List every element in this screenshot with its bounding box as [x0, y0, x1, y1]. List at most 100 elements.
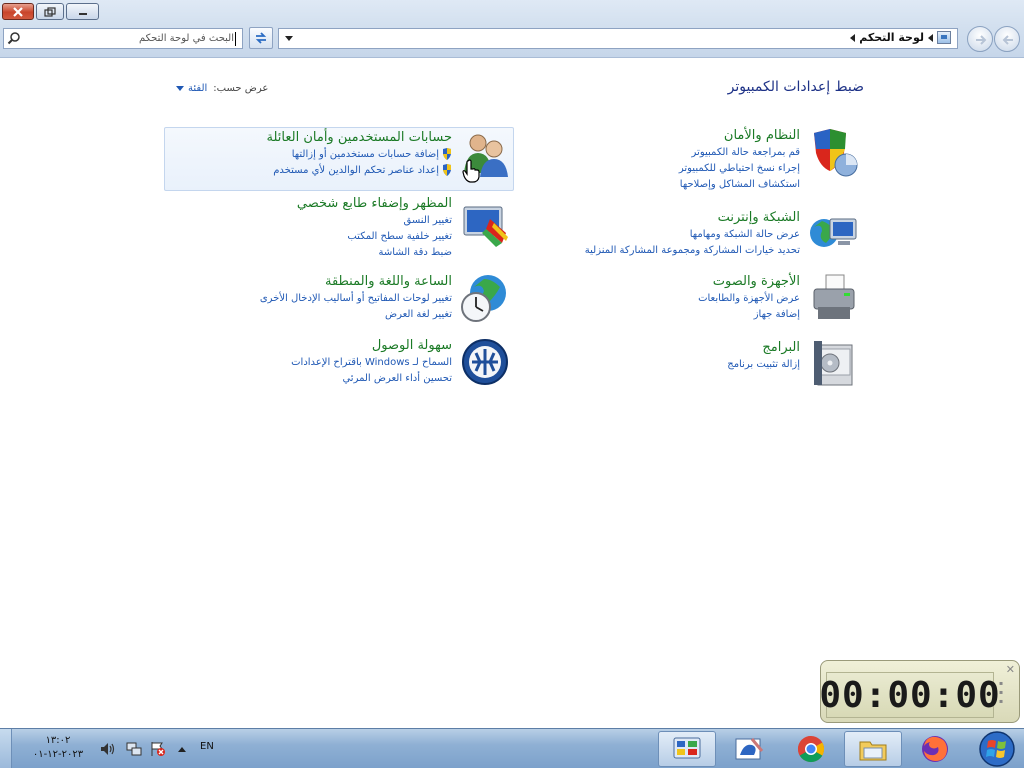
hand-pointer-cursor	[462, 159, 480, 183]
search-input[interactable]	[24, 29, 234, 48]
restore-button[interactable]	[36, 3, 64, 20]
link-review-status[interactable]: قم بمراجعة حالة الكمبيوتر	[460, 145, 800, 161]
taskbar-explorer[interactable]	[844, 731, 902, 767]
shield-pie-icon[interactable]	[808, 127, 858, 177]
tray-date: ٢٠٢٣-١٢-٠١	[32, 749, 84, 760]
close-icon	[13, 6, 23, 17]
control-panel-window: لوحة التحكم ضبط إعدادات الكمبيوتر عرض حس…	[0, 0, 1024, 768]
chevron-left-icon[interactable]	[850, 33, 856, 42]
tray-clock[interactable]: ١٣:٠٢ ٢٠٢٣-١٢-٠١	[28, 734, 88, 762]
folder-icon	[859, 741, 887, 761]
tray-time: ١٣:٠٢	[45, 735, 71, 746]
control-panel-icon	[673, 737, 701, 759]
taskbar-firefox[interactable]	[906, 731, 964, 767]
language-indicator[interactable]: EN	[200, 741, 214, 752]
link-change-keyboards[interactable]: تغيير لوحات المفاتيح أو أساليب الإدخال ا…	[192, 291, 452, 307]
chevron-down-icon	[285, 36, 293, 41]
link-change-background[interactable]: تغيير خلفية سطح المكتب	[192, 229, 452, 245]
category-appearance: المظهر وإضفاء طابع شخصي تغيير النسق تغيي…	[192, 195, 452, 261]
minimize-button[interactable]	[66, 3, 99, 20]
search-icon	[7, 32, 20, 45]
volume-icon[interactable]	[100, 741, 116, 757]
link-text: إضافة حسابات مستخدمين أو إزالتها	[291, 149, 439, 160]
link-add-device[interactable]: إضافة جهاز	[460, 307, 800, 323]
category-title[interactable]: حسابات المستخدمين وأمان العائلة	[192, 129, 452, 147]
firefox-icon	[922, 736, 948, 762]
category-title[interactable]: النظام والأمان	[460, 127, 800, 145]
view-by: عرض حسب: الفئة	[176, 83, 268, 94]
back-arrow-icon	[1002, 35, 1013, 45]
address-history-dropdown[interactable]	[281, 30, 297, 47]
chevron-down-icon	[176, 86, 184, 91]
search-box[interactable]	[3, 28, 243, 49]
category-title[interactable]: سهولة الوصول	[192, 337, 452, 355]
link-let-windows-suggest[interactable]: السماح لـ Windows باقتراح الإعدادات	[192, 355, 452, 371]
link-devices-printers[interactable]: عرض الأجهزة والطابعات	[460, 291, 800, 307]
clock-globe-icon[interactable]	[460, 273, 510, 323]
minimize-icon	[78, 12, 87, 15]
taskbar-paint[interactable]	[720, 731, 778, 767]
control-panel-icon	[937, 31, 951, 44]
window-chrome: لوحة التحكم	[0, 0, 1024, 58]
gadget-controls[interactable]: ▪ ▪ ▪	[999, 679, 1017, 706]
view-by-value: الفئة	[188, 83, 208, 94]
close-button[interactable]	[2, 3, 34, 20]
refresh-button[interactable]	[249, 27, 273, 49]
link-optimize-visual-display[interactable]: تحسين أداء العرض المرئي	[192, 371, 452, 387]
network-icon[interactable]	[126, 741, 142, 757]
paint-icon	[735, 738, 764, 760]
link-parental-controls[interactable]: إعداد عناصر تحكم الوالدين لأي مستخدم	[192, 163, 452, 179]
search-caret	[235, 32, 236, 46]
network-globe-icon[interactable]	[808, 209, 858, 259]
windows-logo-icon	[979, 731, 1015, 767]
refresh-icon	[255, 32, 267, 44]
start-button[interactable]	[972, 730, 1022, 768]
link-screen-resolution[interactable]: ضبط دقة الشاشة	[192, 245, 453, 261]
printer-icon[interactable]	[808, 273, 858, 323]
category-title[interactable]: المظهر وإضفاء طابع شخصي	[192, 195, 452, 213]
appearance-icon[interactable]	[460, 199, 510, 249]
link-text: إعداد عناصر تحكم الوالدين لأي مستخدم	[273, 165, 439, 176]
taskbar-chrome[interactable]	[782, 731, 840, 767]
view-by-label: عرض حسب:	[213, 83, 269, 94]
category-user-accounts: حسابات المستخدمين وأمان العائلة إضافة حس…	[192, 129, 452, 179]
link-add-remove-accounts[interactable]: إضافة حسابات مستخدمين أو إزالتها	[192, 147, 452, 163]
link-change-display-language[interactable]: تغيير لغة العرض	[192, 307, 452, 323]
gadget-time: 00:00:00	[819, 674, 1001, 716]
uac-shield-icon	[443, 148, 451, 160]
show-hidden-icons-button[interactable]	[174, 741, 190, 757]
gadget-close-icon[interactable]: ✕	[1006, 663, 1015, 676]
page-title: ضبط إعدادات الكمبيوتر	[727, 79, 864, 95]
restore-icon	[44, 6, 56, 17]
uac-shield-icon	[443, 164, 451, 176]
taskbar-control-panel[interactable]	[658, 731, 716, 767]
gadget-display: 00:00:00	[819, 672, 1000, 718]
taskbar: ١٣:٠٢ ٢٠٢٣-١٢-٠١ EN	[0, 728, 1024, 768]
category-system-security: النظام والأمان قم بمراجعة حالة الكمبيوتر…	[460, 127, 800, 193]
chevron-left-icon[interactable]	[928, 33, 933, 42]
category-programs: البرامج إزالة تثبيت برنامج	[460, 339, 800, 373]
forward-button[interactable]	[967, 26, 993, 52]
show-desktop-button[interactable]	[0, 729, 12, 768]
category-hardware-sound: الأجهزة والصوت عرض الأجهزة والطابعات إضا…	[460, 273, 800, 323]
category-title[interactable]: البرامج	[460, 339, 800, 357]
address-bar[interactable]: لوحة التحكم	[278, 28, 958, 49]
clock-gadget[interactable]: ✕ 00:00:00 ▪ ▪ ▪	[819, 660, 1020, 723]
category-title[interactable]: الأجهزة والصوت	[460, 273, 800, 291]
link-troubleshoot[interactable]: استكشاف المشاكل وإصلاحها	[460, 177, 800, 193]
forward-arrow-icon	[976, 35, 987, 45]
content-area: ضبط إعدادات الكمبيوتر عرض حسب: الفئة الن…	[0, 59, 1024, 728]
link-backup[interactable]: إجراء نسخ احتياطي للكمبيوتر	[460, 161, 800, 177]
breadcrumb: لوحة التحكم	[850, 31, 951, 44]
programs-icon[interactable]	[808, 339, 858, 389]
category-title[interactable]: الساعة واللغة والمنطقة	[192, 273, 452, 291]
ease-of-access-icon[interactable]	[460, 337, 510, 387]
category-clock-language-region: الساعة واللغة والمنطقة تغيير لوحات المفا…	[192, 273, 452, 323]
chrome-icon	[797, 735, 825, 763]
action-center-icon[interactable]	[150, 741, 166, 757]
breadcrumb-control-panel[interactable]: لوحة التحكم	[859, 31, 924, 44]
back-button[interactable]	[994, 26, 1020, 52]
view-by-dropdown[interactable]: الفئة	[176, 83, 207, 94]
link-change-theme[interactable]: تغيير النسق	[192, 213, 452, 229]
link-uninstall-program[interactable]: إزالة تثبيت برنامج	[460, 357, 800, 373]
